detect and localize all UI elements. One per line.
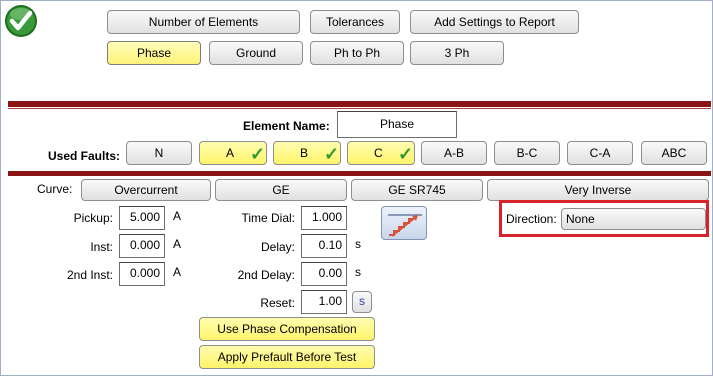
checkmark-icon: ✓ xyxy=(324,144,340,164)
apply-prefault-button[interactable]: Apply Prefault Before Test xyxy=(199,345,375,369)
use-phase-compensation-button[interactable]: Use Phase Compensation xyxy=(199,317,375,341)
separator-bar xyxy=(8,101,711,107)
curve-model-button[interactable]: GE SR745 xyxy=(351,179,483,201)
fault-a-label: A xyxy=(226,146,235,160)
tab-3-ph[interactable]: 3 Ph xyxy=(410,41,504,65)
separator-thin-bar xyxy=(8,108,711,109)
tab-ground[interactable]: Ground xyxy=(209,41,303,65)
fault-a-button[interactable]: A ✓ xyxy=(199,141,267,165)
tolerances-button[interactable]: Tolerances xyxy=(310,10,400,34)
inst-label: Inst: xyxy=(90,240,113,254)
curve-name-button[interactable]: Very Inverse xyxy=(487,179,709,201)
tab-phase[interactable]: Phase xyxy=(107,41,201,65)
second-inst-unit: A xyxy=(173,265,182,279)
element-name-field[interactable]: Phase xyxy=(337,111,457,138)
pickup-label: Pickup: xyxy=(73,211,113,225)
delay-input[interactable]: 0.10 xyxy=(301,234,347,258)
curve-manufacturer-button[interactable]: GE xyxy=(215,179,347,201)
fault-b-button[interactable]: B ✓ xyxy=(273,141,341,165)
fault-b-label: B xyxy=(300,146,309,160)
pickup-input[interactable]: 5.000 xyxy=(119,206,165,230)
delay-label: Delay: xyxy=(260,240,295,254)
inst-unit: A xyxy=(173,237,182,251)
number-of-elements-button[interactable]: Number of Elements xyxy=(107,10,300,34)
second-inst-input[interactable]: 0.000 xyxy=(119,262,165,286)
tab-ph-to-ph[interactable]: Ph to Ph xyxy=(310,41,404,65)
fault-c-button[interactable]: C ✓ xyxy=(347,141,415,165)
separator-bar xyxy=(8,171,711,176)
inst-input[interactable]: 0.000 xyxy=(119,234,165,258)
time-dial-label: Time Dial: xyxy=(241,211,295,225)
fault-n-button[interactable]: N xyxy=(126,141,192,165)
fault-c-a-button[interactable]: C-A xyxy=(567,141,633,165)
reset-unit-button[interactable]: s xyxy=(352,291,372,313)
curve-type-button[interactable]: Overcurrent xyxy=(81,179,211,201)
curve-label: Curve: xyxy=(37,182,73,196)
reset-label: Reset: xyxy=(260,296,295,310)
curve-graph-icon xyxy=(388,214,422,237)
time-dial-input[interactable]: 1.000 xyxy=(301,206,347,230)
direction-select[interactable]: None xyxy=(561,208,706,230)
fault-a-b-button[interactable]: A-B xyxy=(421,141,487,165)
second-delay-input[interactable]: 0.00 xyxy=(301,262,347,286)
add-settings-to-report-button[interactable]: Add Settings to Report xyxy=(410,10,579,34)
second-delay-unit: s xyxy=(355,265,361,279)
direction-label: Direction: xyxy=(506,212,557,226)
green-checkmark-icon xyxy=(5,5,37,37)
fault-b-c-button[interactable]: B-C xyxy=(494,141,560,165)
second-delay-label: 2nd Delay: xyxy=(237,268,295,282)
fault-c-label: C xyxy=(374,146,383,160)
checkmark-icon: ✓ xyxy=(398,144,414,164)
curve-graph-button[interactable] xyxy=(381,206,427,240)
relay-settings-panel: Number of Elements Tolerances Add Settin… xyxy=(0,0,713,376)
element-name-label: Element Name: xyxy=(243,119,330,133)
fault-abc-button[interactable]: ABC xyxy=(641,141,707,165)
checkmark-icon: ✓ xyxy=(250,144,266,164)
used-faults-label: Used Faults: xyxy=(48,149,121,163)
second-inst-label: 2nd Inst: xyxy=(66,268,113,282)
pickup-unit: A xyxy=(173,209,182,223)
reset-input[interactable]: 1.00 xyxy=(301,290,347,314)
delay-unit: s xyxy=(355,237,361,251)
